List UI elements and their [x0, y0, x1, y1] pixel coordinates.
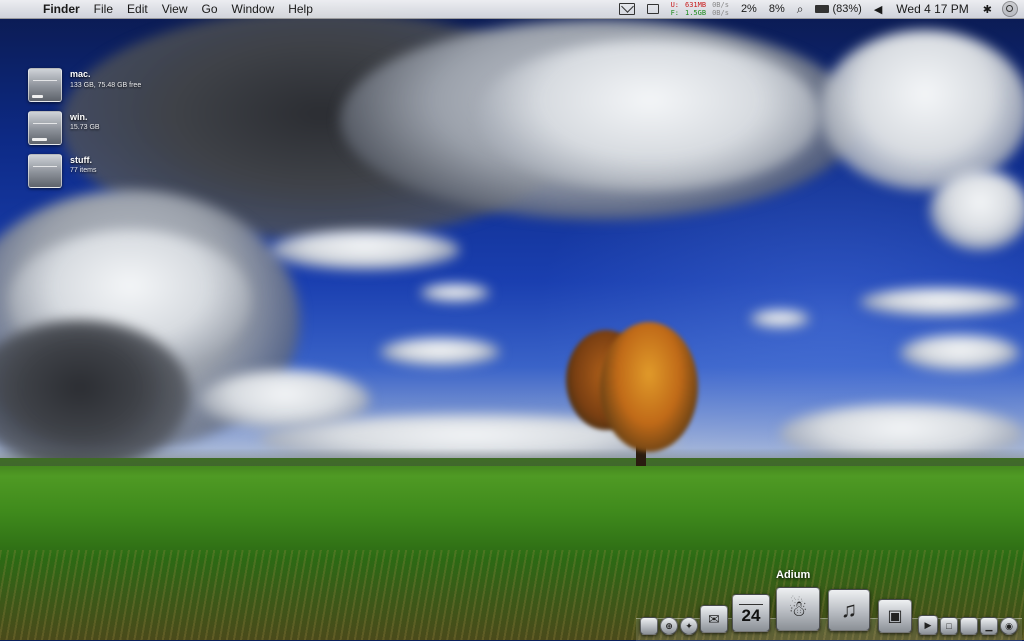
drive-mac[interactable]: mac. 133 GB, 75.48 GB free [28, 68, 141, 102]
drive-name: win. [70, 112, 88, 122]
flash-icon[interactable]: ▶ [918, 615, 938, 635]
drive-list: mac. 133 GB, 75.48 GB free win. 15.73 GB… [28, 68, 141, 197]
spotlight-search-icon[interactable] [1002, 1, 1018, 17]
drive-info: 77 items [70, 167, 97, 174]
memory-network-stats[interactable]: U: 631MB 0B/s F: 1.5GB 0B/s [665, 1, 735, 17]
mail-status-icon[interactable] [613, 3, 641, 15]
window-icon[interactable]: □ [940, 617, 958, 635]
menu-bar: Finder File Edit View Go Window Help U: … [0, 0, 1024, 19]
itunes-icon[interactable]: ♫ [828, 589, 870, 631]
used-label: U: [670, 1, 679, 9]
cloud [750, 310, 810, 328]
ical-icon[interactable]: 24 [732, 594, 770, 632]
cloud [900, 335, 1020, 371]
hard-drive-icon [28, 68, 62, 102]
compass-icon[interactable]: ✦ [680, 617, 698, 635]
cloud [420, 284, 490, 302]
drive-info: 133 GB, 75.48 GB free [70, 82, 142, 89]
hard-drive-icon [28, 111, 62, 145]
mail-icon[interactable]: ✉ [700, 605, 728, 633]
menu-go[interactable]: Go [195, 0, 225, 18]
battery-icon [815, 5, 830, 13]
apple-icon[interactable] [960, 617, 978, 635]
used-value: 631MB [685, 1, 707, 9]
grass-field [0, 458, 1024, 640]
cloud [270, 230, 460, 270]
drive-name: mac. [70, 68, 141, 81]
drive-win[interactable]: win. 15.73 GB [28, 111, 141, 145]
tree [600, 322, 698, 452]
cloud [820, 30, 1024, 190]
wifi-icon[interactable]: ⌕ [791, 2, 810, 17]
cpu-usage-1[interactable]: 2% [735, 3, 763, 15]
free-value: 1.5GB [685, 9, 707, 17]
menu-view[interactable]: View [155, 0, 195, 18]
cloud [860, 288, 1020, 316]
upload-rate: 0B/s [712, 1, 729, 9]
dock-hover-label: Adium [776, 569, 811, 581]
menu-clock[interactable]: Wed 4 17 PM [888, 2, 976, 16]
volume-icon[interactable]: ◀ [868, 3, 888, 16]
safari-icon[interactable]: ⊕ [660, 617, 678, 635]
menu-help[interactable]: Help [281, 0, 320, 18]
menu-window[interactable]: Window [225, 0, 282, 18]
stats-icon[interactable]: ▁ [980, 617, 998, 635]
folder-drive-icon [28, 154, 62, 188]
cloud [480, 40, 820, 190]
drive-name: stuff. [70, 155, 92, 165]
drive-stuff[interactable]: stuff. 77 items [28, 154, 141, 188]
bluetooth-icon[interactable]: ✱ [977, 3, 998, 16]
desktop-wallpaper [0, 0, 1024, 640]
menu-file[interactable]: File [87, 0, 120, 18]
menu-extras: U: 631MB 0B/s F: 1.5GB 0B/s 2% 8% ⌕ (83%… [613, 0, 1024, 18]
download-rate: 0B/s [712, 9, 729, 17]
spaces-icon[interactable] [641, 4, 665, 14]
menu-app-name[interactable]: Finder [38, 0, 87, 18]
drive-info: 15.73 GB [70, 124, 100, 131]
cloud [380, 338, 500, 366]
adium-icon[interactable]: ☃ [776, 587, 820, 631]
free-label: F: [670, 9, 679, 17]
battery-status[interactable]: (83%) [809, 3, 867, 15]
camera-icon[interactable]: ▣ [878, 599, 912, 633]
drive-name-text: mac. [70, 69, 91, 79]
horizon [0, 448, 1024, 466]
calendar-day: 24 [741, 606, 761, 625]
cpu-usage-2[interactable]: 8% [763, 3, 791, 15]
preview-icon[interactable] [640, 617, 658, 635]
eye-icon[interactable]: ◉ [1000, 617, 1018, 635]
battery-percent: (83%) [832, 3, 862, 15]
cloud [930, 170, 1024, 250]
menu-edit[interactable]: Edit [120, 0, 155, 18]
